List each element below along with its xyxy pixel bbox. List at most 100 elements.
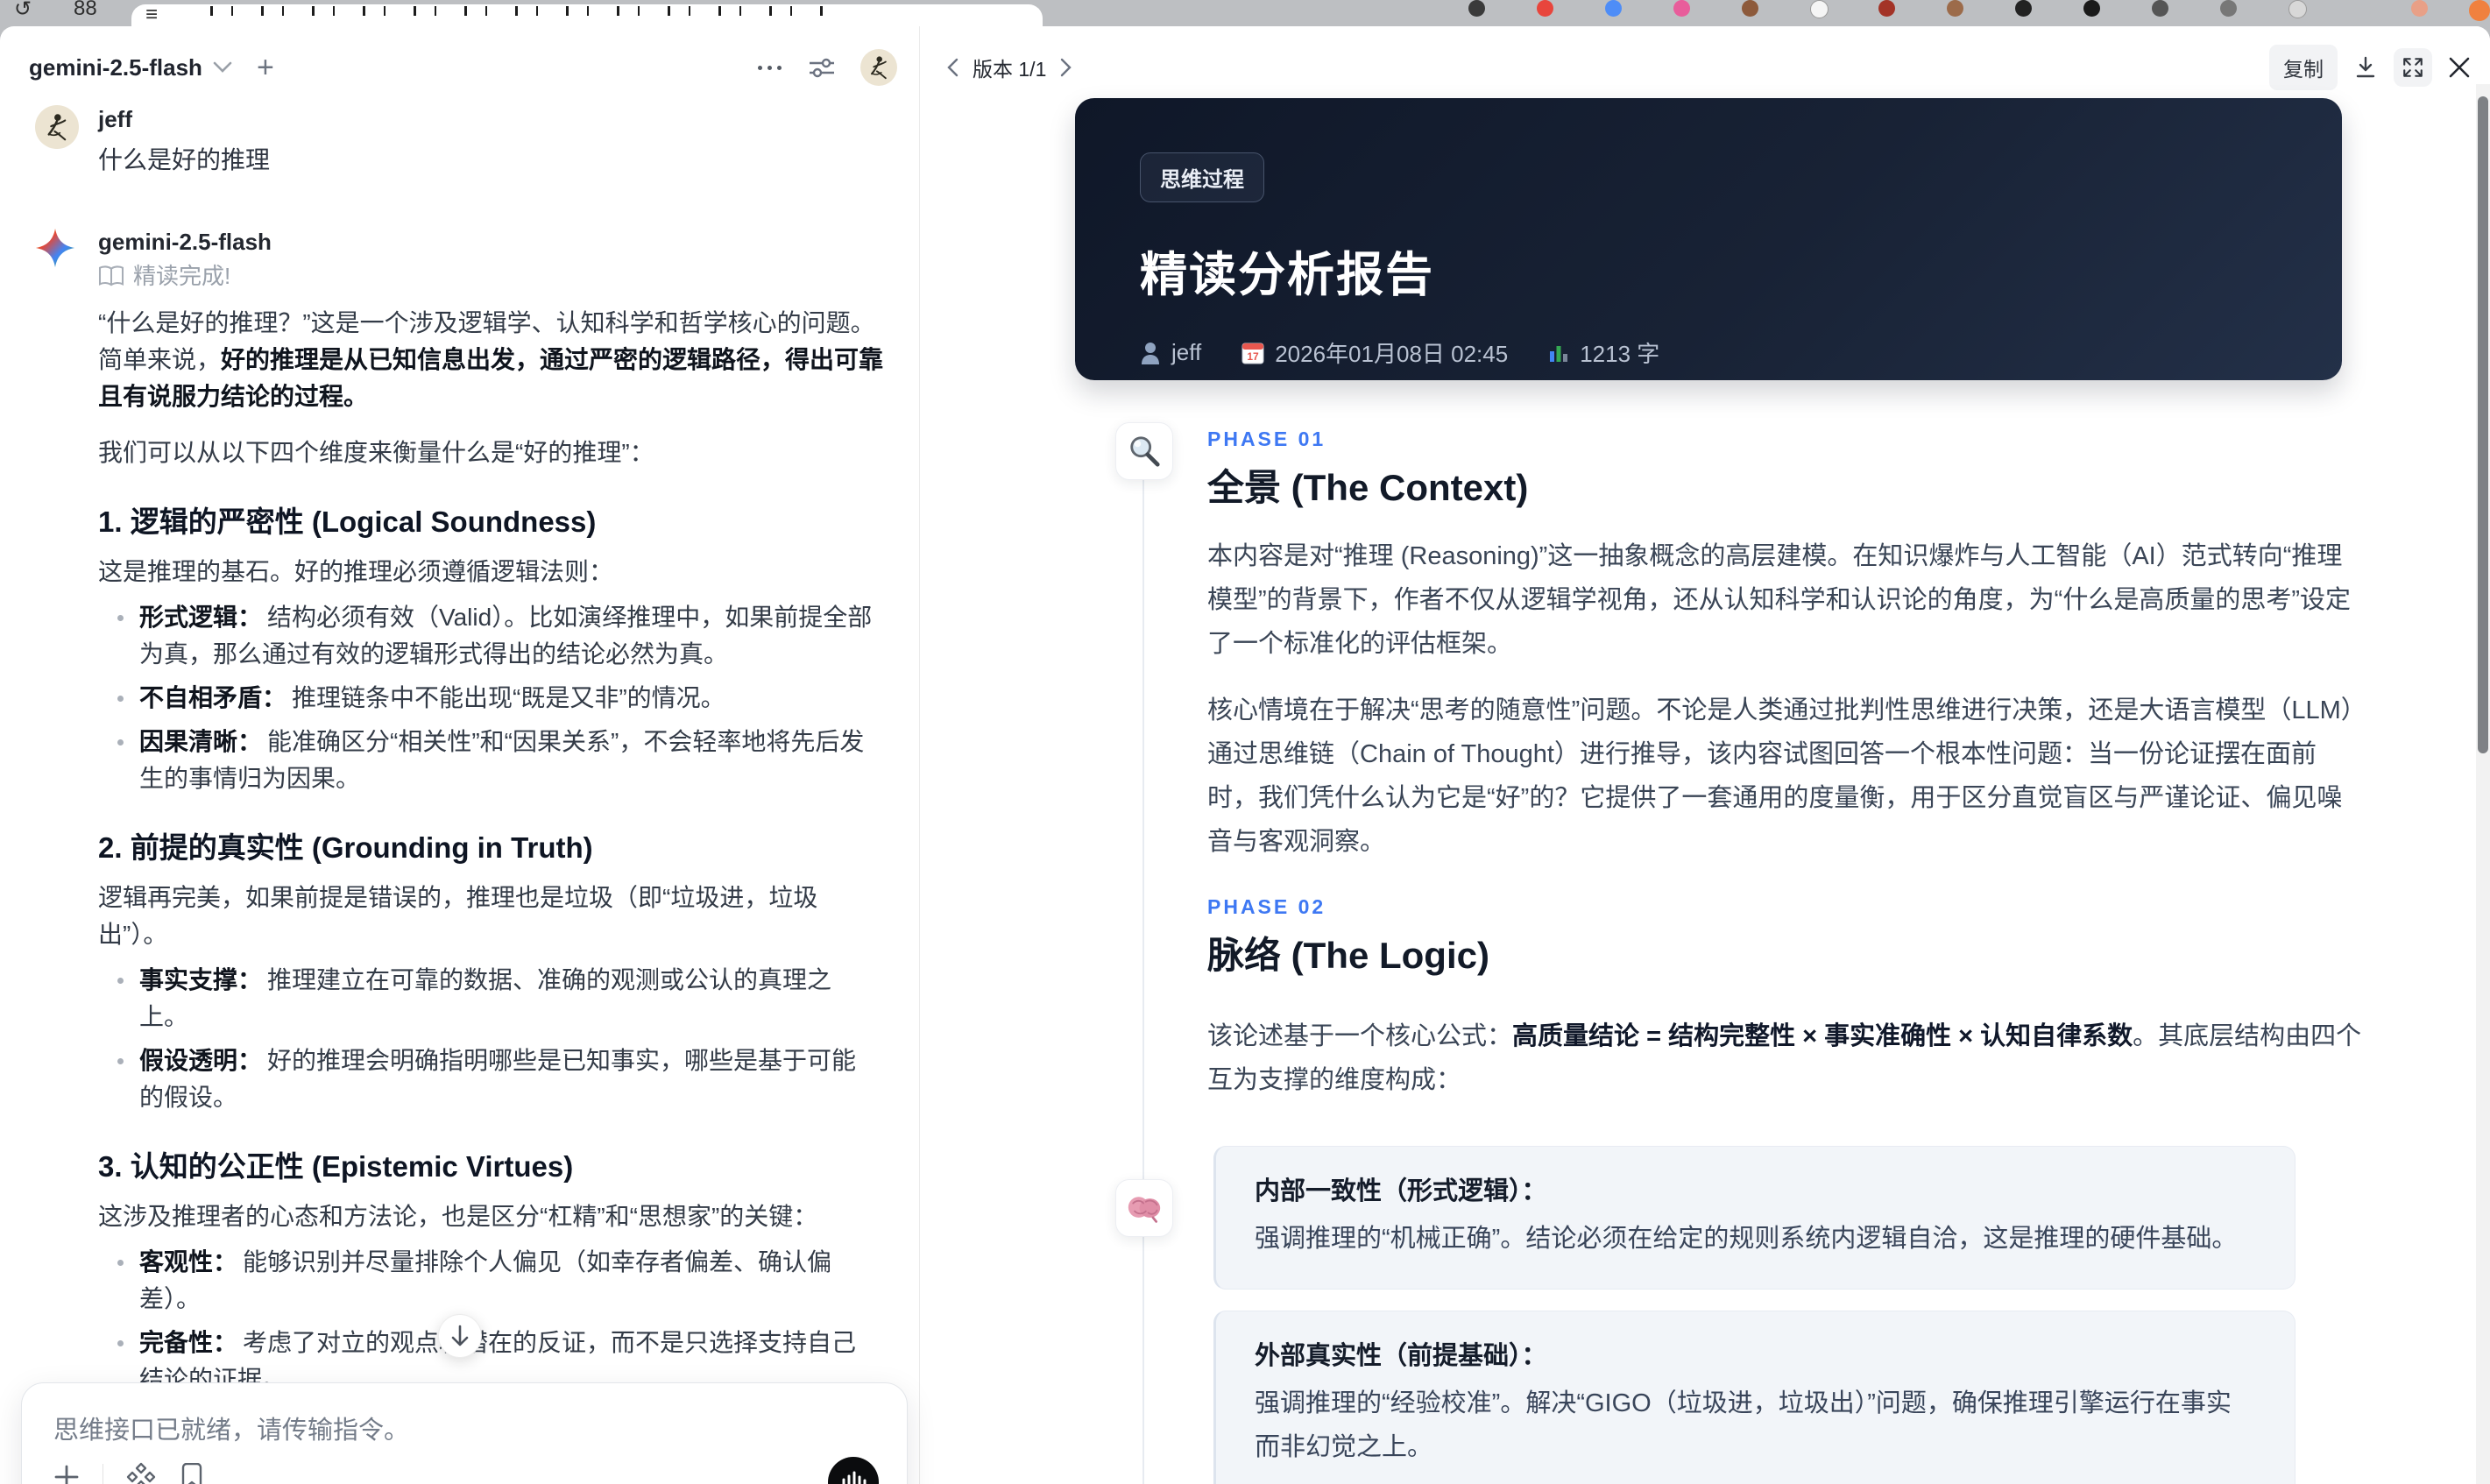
section-heading: 2. 前提的真实性 (Grounding in Truth) xyxy=(98,831,593,864)
report-scroll-area[interactable]: 思维过程 精读分析报告 jeff 17 2026年01月08日 02:45 12… xyxy=(920,84,2476,1484)
assistant-message: gemini-2.5-flash 精读完成! “什么是好的推理？”这是一个涉及逻… xyxy=(35,228,884,1484)
user-avatar[interactable] xyxy=(860,49,897,86)
list-item: 客观性： 能够识别并尽量排除个人偏见（如幸存者偏差、确认偏差）。 xyxy=(98,1244,887,1318)
browser-topbar: ↺ 88 ≡ xyxy=(0,0,2490,26)
arrow-down-icon xyxy=(451,1325,469,1346)
extension-icon[interactable] xyxy=(1947,0,1963,17)
phase-2: PHASE 02 脉络 (The Logic) 该论述基于一个核心公式：高质量结… xyxy=(1207,895,2476,1484)
status-text: 精读完成! xyxy=(133,263,231,289)
section-heading: 1. 逻辑的严密性 (Logical Soundness) xyxy=(98,505,597,538)
box-title: 内部一致性（形式逻辑）： xyxy=(1255,1177,1547,1205)
chat-scroll-area[interactable]: jeff 什么是好的推理 gemini-2.5-flash 精读完成! “什么是… xyxy=(0,84,919,1484)
extension-icon[interactable] xyxy=(1468,0,1485,17)
chevron-left-icon[interactable] xyxy=(946,58,959,77)
phase-paragraph: 本内容是对“推理 (Reasoning)”这一抽象概念的高层建模。在知识爆炸与人… xyxy=(1207,542,2351,658)
expand-icon xyxy=(2403,58,2423,77)
magnifier-icon xyxy=(1130,436,1160,467)
phase2-icon-card xyxy=(1115,1179,1173,1237)
attach-plus-icon[interactable] xyxy=(53,1464,80,1484)
user-message-text: 什么是好的推理 xyxy=(98,146,271,173)
bookmark-icon[interactable] xyxy=(179,1463,205,1484)
assistant-name: gemini-2.5-flash xyxy=(98,229,272,255)
person-icon xyxy=(1142,342,1159,364)
section-desc: 这涉及推理者的心态和方法论，也是区分“杠精”和“思想家”的关键： xyxy=(98,1203,818,1230)
thinking-process-badge: 思维过程 xyxy=(1140,152,1264,202)
phase-label: PHASE 02 xyxy=(1207,895,1326,918)
user-avatar xyxy=(35,105,79,149)
extension-icon[interactable] xyxy=(1673,0,1690,17)
timeline-line xyxy=(1142,436,1144,1484)
report-hero-card: 思维过程 精读分析报告 jeff 17 2026年01月08日 02:45 12… xyxy=(1075,98,2342,380)
tab-count-icon[interactable]: 88 xyxy=(74,0,97,21)
window-scrollbar[interactable] xyxy=(2476,84,2490,1484)
list-item: 不自相矛盾： 推理链条中不能出现“既是又非”的情况。 xyxy=(98,680,887,717)
user-message: jeff 什么是好的推理 xyxy=(35,105,884,179)
extension-icon[interactable] xyxy=(2015,0,2032,17)
extension-icon[interactable] xyxy=(1605,0,1622,17)
extension-icon[interactable] xyxy=(1810,0,1829,18)
list-item: 事实支撑： 推理建立在可靠的数据、准确的观测或公认的真理之上。 xyxy=(98,962,887,1035)
scroll-to-bottom-button[interactable] xyxy=(438,1314,482,1358)
address-bar[interactable]: ≡ xyxy=(131,3,1043,26)
report-title: 精读分析报告 xyxy=(1140,249,1434,301)
phase-title: 全景 (The Context) xyxy=(1207,467,1529,508)
list-item: 形式逻辑： 结构必须有效（Valid）。比如演绎推理中，如果前提全部为真，那么通过… xyxy=(98,599,887,673)
extension-icon[interactable] xyxy=(1878,0,1895,17)
brain-icon xyxy=(1128,1197,1161,1223)
svg-text:17: 17 xyxy=(1248,350,1260,363)
list-item: 因果清晰： 能准确区分“相关性”和“因果关系”，不会轻率地将先后发生的事情归为因果… xyxy=(98,724,887,797)
message-composer[interactable]: 思维接口已就绪，请传输指令。 xyxy=(21,1382,908,1484)
assistant-intro: “什么是好的推理？”这是一个涉及逻辑学、认知科学和哲学核心的问题。简单来说，好的… xyxy=(98,309,884,410)
date-meta: 17 2026年01月08日 02:45 xyxy=(1241,336,1508,369)
phase1-icon-card xyxy=(1115,422,1173,480)
logic-box: 外部真实性（前提基础）： 强调推理的“经验校准”。解决“GIGO（垃圾进，垃圾出… xyxy=(1213,1311,2295,1484)
extension-icon[interactable] xyxy=(2288,0,2307,18)
version-label: 版本 1/1 xyxy=(973,58,1047,81)
section-heading: 3. 认知的公正性 (Epistemic Virtues) xyxy=(98,1150,574,1183)
assistant-status: 精读完成! xyxy=(98,263,887,289)
phase-paragraph: 该论述基于一个核心公式：高质量结论 = 结构完整性 × 事实准确性 × 认知自律… xyxy=(1207,1022,2362,1094)
list-item: 假设透明： 好的推理会明确指明哪些是已知事实，哪些是基于可能的假设。 xyxy=(98,1042,887,1116)
more-options-icon[interactable] xyxy=(758,65,782,70)
version-nav: 版本 1/1 xyxy=(946,53,1072,82)
box-body: 强调推理的“经验校准”。解决“GIGO（垃圾进，垃圾出）”问题，确保推理引擎运行… xyxy=(1255,1389,2232,1461)
phase-label: PHASE 01 xyxy=(1207,428,1326,450)
section-desc: 这是推理的基石。好的推理必须遵循逻辑法则： xyxy=(98,558,614,585)
download-button[interactable] xyxy=(2353,55,2378,80)
close-button[interactable] xyxy=(2448,56,2471,79)
box-body: 强调推理的“机械正确”。结论必须在给定的规则系统内逻辑自洽，这是推理的硬件基础。 xyxy=(1255,1225,2238,1253)
assistant-lead: 我们可以从以下四个维度来衡量什么是“好的推理”： xyxy=(98,439,654,466)
address-text-cropped xyxy=(210,6,841,16)
chevron-right-icon[interactable] xyxy=(1060,58,1072,77)
logic-box: 内部一致性（形式逻辑）： 强调推理的“机械正确”。结论必须在给定的规则系统内逻辑… xyxy=(1213,1146,2295,1290)
fullscreen-button[interactable] xyxy=(2394,48,2432,87)
extension-icon[interactable] xyxy=(2152,0,2168,17)
report-panel: 版本 1/1 复制 思维过程 精读分析报告 jeff 17 2026年01月08… xyxy=(920,26,2490,1484)
browser-orange-icon[interactable] xyxy=(2469,0,2490,21)
voice-input-button[interactable] xyxy=(828,1457,879,1484)
settings-sliders-icon[interactable] xyxy=(808,55,836,80)
gemini-logo-icon xyxy=(35,228,75,268)
scrollbar-thumb[interactable] xyxy=(2478,96,2488,753)
chevron-down-icon[interactable] xyxy=(213,61,232,74)
phase-paragraph: 核心情境在于解决“思考的随意性”问题。不论是人类通过批判性思维进行决策，还是大语… xyxy=(1207,696,2354,856)
download-icon xyxy=(2356,56,2375,78)
model-selector[interactable]: gemini-2.5-flash xyxy=(29,54,202,81)
open-book-icon xyxy=(98,265,124,286)
app-window: gemini-2.5-flash + jeff 什么是好的推理 gemini-2… xyxy=(0,26,2490,1484)
extension-icon[interactable] xyxy=(2220,0,2237,17)
waveform-icon xyxy=(842,1471,867,1484)
extension-icon[interactable] xyxy=(1742,0,1758,17)
calendar-icon: 17 xyxy=(1241,343,1264,364)
new-chat-button[interactable]: + xyxy=(257,53,274,82)
profile-avatar-icon[interactable] xyxy=(2411,0,2428,17)
bar-chart-icon xyxy=(1550,345,1568,362)
extension-icon[interactable] xyxy=(2083,0,2100,17)
section-desc: 逻辑再完美，如果前提是错误的，推理也是垃圾（即“垃圾进，垃圾出”）。 xyxy=(98,884,818,948)
history-icon[interactable]: ↺ xyxy=(14,0,32,22)
skills-diamonds-icon[interactable] xyxy=(126,1462,156,1484)
extension-icon[interactable] xyxy=(1537,0,1553,17)
box-title: 外部真实性（前提基础）： xyxy=(1255,1342,1547,1370)
phase-title: 脉络 (The Logic) xyxy=(1207,935,1489,976)
menu-icon[interactable]: ≡ xyxy=(145,3,158,26)
